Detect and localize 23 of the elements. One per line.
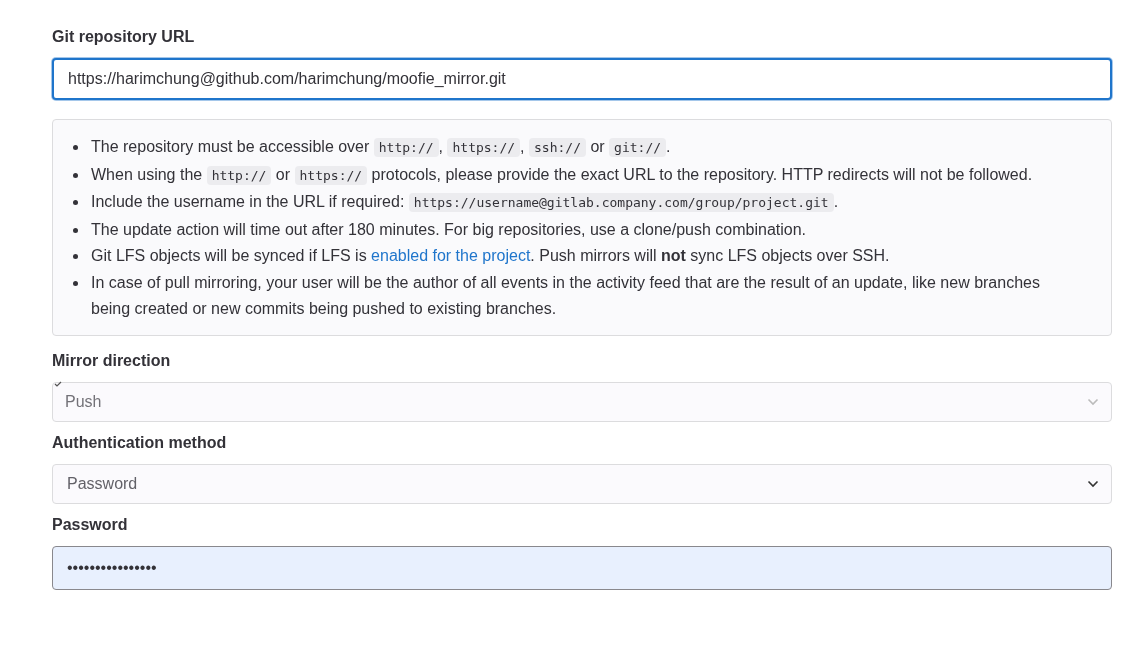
bullet-icon (73, 280, 78, 286)
help-text: When using the http:// or https:// protocols, please provide the exact URL to the repository. HTTP redirects will not be followed. (91, 164, 1034, 187)
field-label: Password (52, 514, 128, 535)
bullet-icon (73, 227, 78, 233)
bullet-icon (73, 145, 78, 150)
field-label: Mirror direction (52, 350, 171, 371)
help-text: The update action will time out after 180 minutes. For big repositories, use a clone/push combination. (91, 219, 808, 240)
chevron-down-icon (1087, 479, 1099, 488)
bullet-icon (73, 172, 78, 178)
url-input-field[interactable]: https://harimchung@github.com/harimchung/moofie_mirror.git (52, 58, 1112, 100)
help-text: Git LFS objects will be synced if LFS is enabled for the project. Push mirrors will not sync LFS objects over SSH. (91, 246, 891, 266)
bullet-icon (73, 254, 78, 259)
field-label: Git repository URL (52, 27, 195, 47)
help-text: Include the username in the URL if required: https://username@gitlab.company.com/group/project.git . (91, 192, 840, 214)
project-link[interactable]: enabled for the project (371, 247, 531, 264)
password-input-field[interactable]: •••••••••••••••• (52, 545, 1112, 590)
bullet-icon (73, 200, 78, 205)
help-text: The repository must be accessible over http:// , https:// , ssh:// or git:// . (91, 137, 672, 159)
field-label: Authentication method (52, 432, 227, 453)
chevron-down-icon (1087, 397, 1099, 406)
check-icon (54, 380, 62, 387)
help-text: In case of pull mirroring, your user will be the author of all events in the activity feed that are the result of an update, like new branches being created or new commits being pushed to existing branches. (91, 272, 1041, 319)
authentication-method-select[interactable]: Password (52, 463, 1112, 504)
